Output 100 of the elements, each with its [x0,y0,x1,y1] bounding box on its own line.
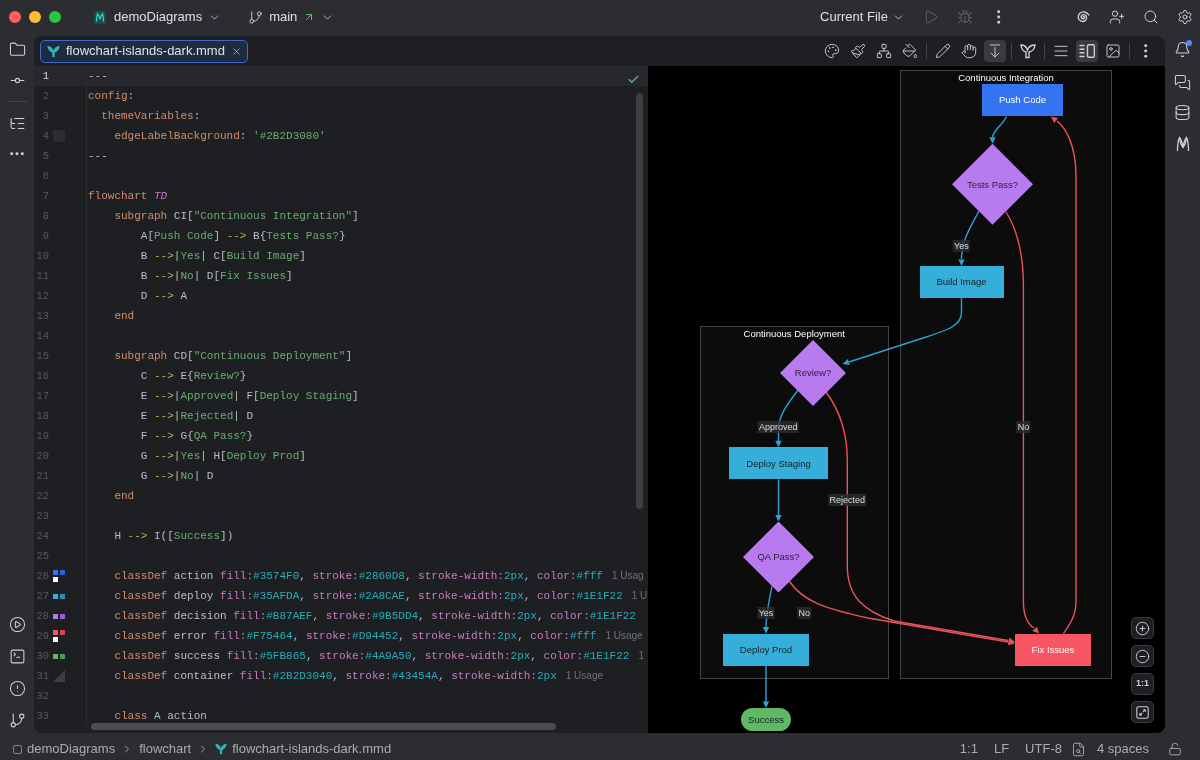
edge-label: Approved [758,421,799,433]
hierarchy-icon [876,43,892,59]
line-number: 13 [35,310,49,322]
search-icon [1143,9,1159,25]
code-line: edgeLabelBackground: '#2B2D3080' [114,129,326,143]
line-number: 17 [35,390,49,402]
maximize-button[interactable] [49,11,61,23]
close-button[interactable] [9,11,21,23]
code-line: D --> A [140,289,188,303]
image-icon [1105,43,1121,59]
process-node: Deploy Prod [723,633,809,666]
more-icon [997,10,1001,24]
fish-tail-icon [47,44,60,58]
line-number: 5 [41,150,49,162]
play-circle-icon [8,615,26,633]
folder-icon [8,40,26,58]
alert-circle-icon [8,679,26,697]
line-number: 32 [35,690,49,702]
line-number: 31 [35,670,49,682]
code-line: --- [88,149,108,163]
zoom-in-button[interactable] [1131,617,1154,639]
code-line: classDef action fill:#3574F0, stroke:#2860D8, stroke-width:2px, color:#fff [114,569,603,583]
code-line: --- [88,69,108,83]
pencil-icon [935,43,951,59]
zoom-in-icon [1135,620,1150,636]
file-encoding[interactable]: UTF-8 [1025,739,1062,759]
inlay-hint[interactable]: 1 Usage [565,669,603,683]
line-number: 22 [35,490,49,502]
code-line: flowchart TD [88,189,168,203]
breadcrumb[interactable]: demoDiagrams [13,739,116,759]
run-config-selector[interactable]: Current File [820,7,905,27]
code-line: classDef success fill:#5FB865, stroke:#4A9A50, stroke-width:2px, color:#1E1F22 [114,649,630,663]
terminal-node: Success [741,708,791,731]
fish-tail-outline-icon [1020,43,1036,59]
chat-bubbles-icon [1174,73,1191,91]
line-number: 11 [35,270,49,282]
line-number: 1 [41,70,49,82]
palette-icon [824,43,840,59]
file-search-icon [1070,741,1086,757]
zoom-out-button[interactable] [1131,645,1154,667]
read-only-toggle[interactable] [1168,742,1182,756]
code-line: classDef container fill:#2B2D3040, stroke:#43454A, stroke-width:2px [114,669,557,683]
paint-bucket-icon [902,43,918,59]
inlay-hint[interactable]: 1 U [631,589,648,603]
inlay-hint[interactable]: 1 Usag [611,569,644,583]
toolbar-button[interactable] [1076,40,1098,62]
file-tab[interactable]: flowchart-islands-dark.mmd [40,39,248,63]
code-line: config: [88,89,135,103]
code-line: classDef error fill:#F75464, stroke:#D94452, stroke-width:2px, color:#fff [114,629,597,643]
code-line: C --> E{Review?} [140,369,247,383]
database-icon [1174,104,1191,121]
caret-position[interactable]: 1:1 [959,739,978,759]
process-node: Fix Issues [1015,633,1091,666]
close-icon[interactable] [230,45,242,57]
line-number: 15 [35,350,49,362]
code-line: themeVariables: [101,109,201,123]
breadcrumb[interactable]: flowchart [139,739,192,759]
square-outline-icon [13,744,22,754]
code-line: classDef deploy fill:#35AFDA, stroke:#2A8CAE, stroke-width:2px, color:#1E1F22 [114,589,623,603]
check-icon[interactable] [627,73,640,86]
vertical-scrollbar[interactable] [636,93,643,509]
breadcrumb[interactable]: flowchart-islands-dark.mmd [215,739,392,759]
branch-selector[interactable]: main [248,7,335,27]
add-user-icon [1109,9,1125,25]
code-line: B -->|No| D[Fix Issues] [140,269,293,283]
code-line: classDef decision fill:#B87AEF, stroke:#9B5DD4, stroke-width:2px, color:#1E1F22 [114,609,636,623]
more-icon [1144,44,1148,58]
edge-label: Rejected [828,494,867,506]
terminal-icon [8,647,26,665]
code-line: G -->|Yes| H[Deploy Prod] [140,449,306,463]
spiral-icon [1075,9,1091,25]
process-node: Push Code [982,84,1063,116]
code-line: subgraph CD["Continuous Deployment"] [114,349,353,363]
line-number: 3 [41,110,49,122]
indent-setting[interactable]: 4 spaces [1070,739,1149,759]
logo-icon [1174,136,1191,152]
subgraph-title: Continuous Deployment [743,328,845,340]
process-node: Build Image [919,266,1004,298]
line-number: 2 [41,90,49,102]
fish-tail-icon [215,743,228,755]
process-node: Deploy Staging [729,447,828,480]
actual-size-button[interactable]: 1:1 [1131,673,1154,695]
minimize-button[interactable] [29,11,41,23]
code-line: class A action [114,709,207,723]
line-number: 30 [35,650,49,662]
fit-button[interactable] [1131,701,1154,723]
line-number: 27 [35,590,49,602]
line-separator[interactable]: LF [993,739,1010,759]
horizontal-scrollbar[interactable] [91,723,556,730]
line-number: 21 [35,470,49,482]
code-line: end [114,489,135,503]
code-line: E -->|Approved| F[Deploy Staging] [140,389,359,403]
inlay-hint[interactable]: 1 Usage [605,629,643,643]
git-branch-icon [248,9,264,25]
settings-icon [1177,9,1193,25]
code-line: B -->|Yes| C[Build Image] [140,249,306,263]
lines-icon [1053,43,1069,59]
project-selector[interactable]: demoDiagrams [94,7,222,27]
hand-icon [961,43,977,59]
inlay-hint[interactable]: 1 [638,649,644,663]
